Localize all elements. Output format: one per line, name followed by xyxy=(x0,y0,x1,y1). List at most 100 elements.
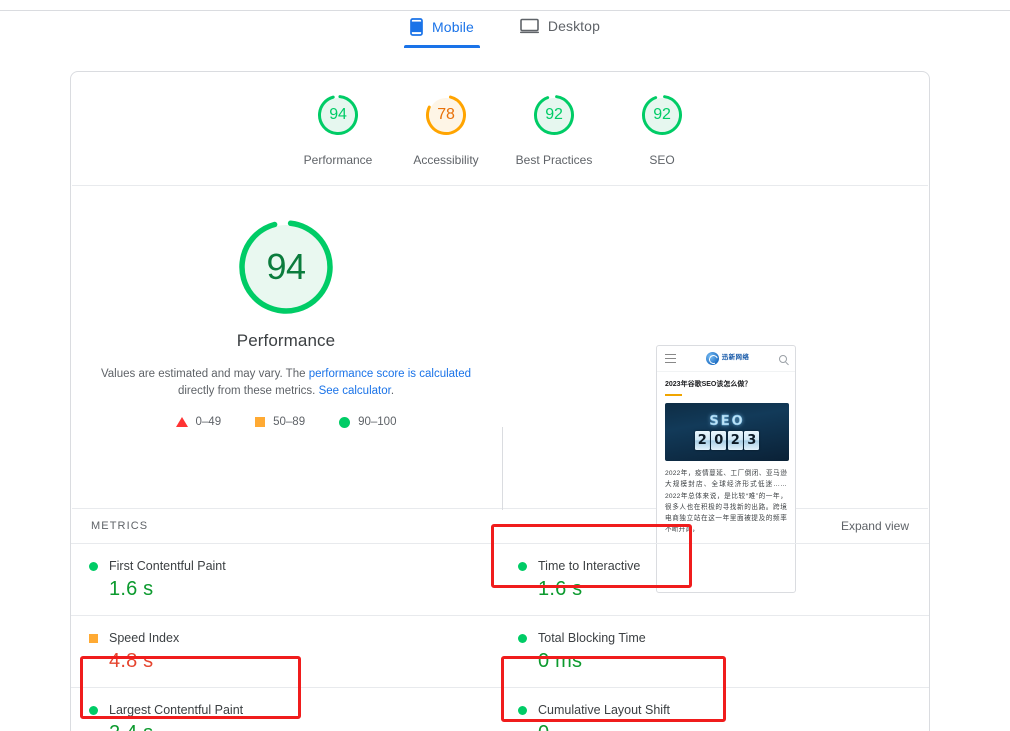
metric-value: 1.6 s xyxy=(109,578,154,600)
metric-header: Speed Index xyxy=(89,631,500,645)
metric-name: Largest Contentful Paint xyxy=(109,703,244,717)
category-seo[interactable]: 92 SEO xyxy=(608,93,716,185)
status-circle-icon xyxy=(518,633,527,643)
metric-value: 0 xyxy=(538,722,929,731)
metric-name: Total Blocking Time xyxy=(538,631,646,645)
metric-value: 1.6 s xyxy=(538,578,583,600)
metric-name: Time to Interactive xyxy=(538,559,641,573)
metric-largest-contentful-paint[interactable]: Largest Contentful Paint 2.4 s xyxy=(71,688,500,731)
metrics-row: First Contentful Paint 1.6 s Time to Int… xyxy=(71,543,929,615)
gauge-best-practices-small: 92 xyxy=(532,93,576,137)
thumbnail-hero-image: SEO 2 0 2 3 xyxy=(665,403,789,462)
performance-score-calculated-link[interactable]: performance score is calculated xyxy=(309,368,471,380)
metric-first-contentful-paint[interactable]: First Contentful Paint 1.6 s xyxy=(71,544,500,615)
flip-digit: 2 xyxy=(727,431,743,451)
category-gauge-strip: 94 Performance 78 Accessibility 92 Best … xyxy=(71,72,929,185)
thumbnail-site-body: 2023年谷歌SEO该怎么做？ SEO 2 0 2 3 2022年，疫情蔓延、工… xyxy=(657,372,795,536)
hero-desc-text-1: Values are estimated and may vary. The xyxy=(100,368,309,380)
gauge-seo-small: 92 xyxy=(640,93,684,137)
metric-name: Speed Index xyxy=(109,631,180,645)
metric-time-to-interactive[interactable]: Time to Interactive 1.6 s xyxy=(500,544,929,615)
thumbnail-site-header: 迅新网络 xyxy=(657,346,795,372)
tab-mobile[interactable]: Mobile xyxy=(404,14,480,48)
hero-title: Performance xyxy=(236,331,336,350)
metric-cumulative-layout-shift[interactable]: Cumulative Layout Shift 0 xyxy=(500,688,929,731)
gauge-best-practices-score: 92 xyxy=(545,106,563,123)
hero-image-year-flipcards: 2 0 2 3 xyxy=(694,431,760,451)
hero-vertical-divider xyxy=(502,427,503,510)
metric-header: Cumulative Layout Shift xyxy=(518,703,929,717)
hero-score: 94 xyxy=(266,246,306,287)
category-best-practices[interactable]: 92 Best Practices xyxy=(500,93,608,185)
legend-item-medium: 50–89 xyxy=(255,416,305,428)
metric-header: Largest Contentful Paint xyxy=(89,703,500,717)
category-seo-label: SEO xyxy=(649,153,675,167)
status-square-icon xyxy=(89,633,98,643)
site-logo: 迅新网络 xyxy=(705,352,750,365)
expand-view-button[interactable]: Expand view xyxy=(841,519,909,533)
performance-hero-section: 94 Performance Values are estimated and … xyxy=(71,186,929,593)
logo-mark-icon xyxy=(705,352,719,365)
hamburger-menu-icon xyxy=(665,353,676,364)
device-tab-bar: Mobile Desktop xyxy=(0,14,1010,48)
metric-value: 4.8 s xyxy=(109,650,154,672)
metrics-row: Largest Contentful Paint 2.4 s Cumulativ… xyxy=(71,687,929,731)
tab-mobile-label: Mobile xyxy=(432,19,474,35)
gauge-performance-score: 94 xyxy=(329,106,347,123)
metric-name: Cumulative Layout Shift xyxy=(538,703,671,717)
header-divider xyxy=(0,10,1010,11)
category-accessibility-label: Accessibility xyxy=(413,153,479,167)
search-icon xyxy=(778,354,787,363)
metric-value: 0 ms xyxy=(538,650,583,672)
see-calculator-link[interactable]: See calculator xyxy=(319,385,391,397)
legend-range-low: 0–49 xyxy=(195,416,222,428)
desktop-monitor-icon xyxy=(519,18,539,34)
hero-desc-text-2: directly from these metrics. xyxy=(177,385,319,397)
legend-item-low: 0–49 xyxy=(175,416,222,428)
report-card: 94 Performance 78 Accessibility 92 Best … xyxy=(70,71,930,731)
square-swatch-icon xyxy=(255,417,266,427)
tab-desktop-label: Desktop xyxy=(547,18,600,34)
status-circle-icon xyxy=(89,561,98,571)
thumbnail-article-paragraph: 2022年，疫情蔓延、工厂倒闭、亚马逊大规模封店、全球经济形式低迷……2022年… xyxy=(665,470,787,534)
metric-total-blocking-time[interactable]: Total Blocking Time 0 ms xyxy=(500,616,929,687)
mobile-phone-icon xyxy=(410,18,423,36)
hero-image-seo-text: SEO xyxy=(709,414,745,430)
tab-desktop[interactable]: Desktop xyxy=(514,14,606,46)
metric-value: 2.4 s xyxy=(109,722,500,731)
flip-digit: 0 xyxy=(711,431,727,451)
category-performance[interactable]: 94 Performance xyxy=(284,93,392,185)
thumbnail-article-title: 2023年谷歌SEO该怎么做？ xyxy=(665,381,752,388)
hero-desc-text-3: . xyxy=(390,385,395,397)
status-circle-icon xyxy=(518,561,527,571)
site-logo-text: 迅新网络 xyxy=(721,354,750,362)
metrics-title: METRICS xyxy=(91,520,149,532)
gauge-performance-large: 94 xyxy=(236,217,336,317)
metric-name: First Contentful Paint xyxy=(109,559,226,573)
legend-range-high: 90–100 xyxy=(358,416,397,428)
pagespeed-report-page: Mobile Desktop 94 Performance 78 Accessi… xyxy=(0,0,1010,731)
metrics-row: Speed Index 4.8 s Total Blocking Time 0 … xyxy=(71,615,929,687)
status-circle-icon xyxy=(518,705,527,715)
gauge-accessibility-score: 78 xyxy=(437,106,455,123)
category-best-practices-label: Best Practices xyxy=(515,153,593,167)
metric-header: Total Blocking Time xyxy=(518,631,929,645)
category-performance-label: Performance xyxy=(303,153,373,167)
status-circle-icon xyxy=(89,705,98,715)
title-accent-bar xyxy=(665,394,682,397)
flip-digit: 2 xyxy=(694,431,710,451)
circle-swatch-icon xyxy=(339,416,351,428)
category-accessibility[interactable]: 78 Accessibility xyxy=(392,93,500,185)
metric-header: Time to Interactive xyxy=(518,559,929,573)
triangle-swatch-icon xyxy=(175,417,188,427)
hero-description: Values are estimated and may vary. The p… xyxy=(100,366,472,400)
legend-range-medium: 50–89 xyxy=(273,416,306,428)
hero-left-column: 94 Performance Values are estimated and … xyxy=(71,186,501,508)
gauge-seo-score: 92 xyxy=(653,106,671,123)
legend-item-high: 90–100 xyxy=(339,416,396,428)
gauge-accessibility-small: 78 xyxy=(424,93,468,137)
metrics-section-header: METRICS Expand view xyxy=(71,509,929,543)
metric-speed-index[interactable]: Speed Index 4.8 s xyxy=(71,616,500,687)
metrics-grid: First Contentful Paint 1.6 s Time to Int… xyxy=(71,543,929,731)
metric-header: First Contentful Paint xyxy=(89,559,500,573)
